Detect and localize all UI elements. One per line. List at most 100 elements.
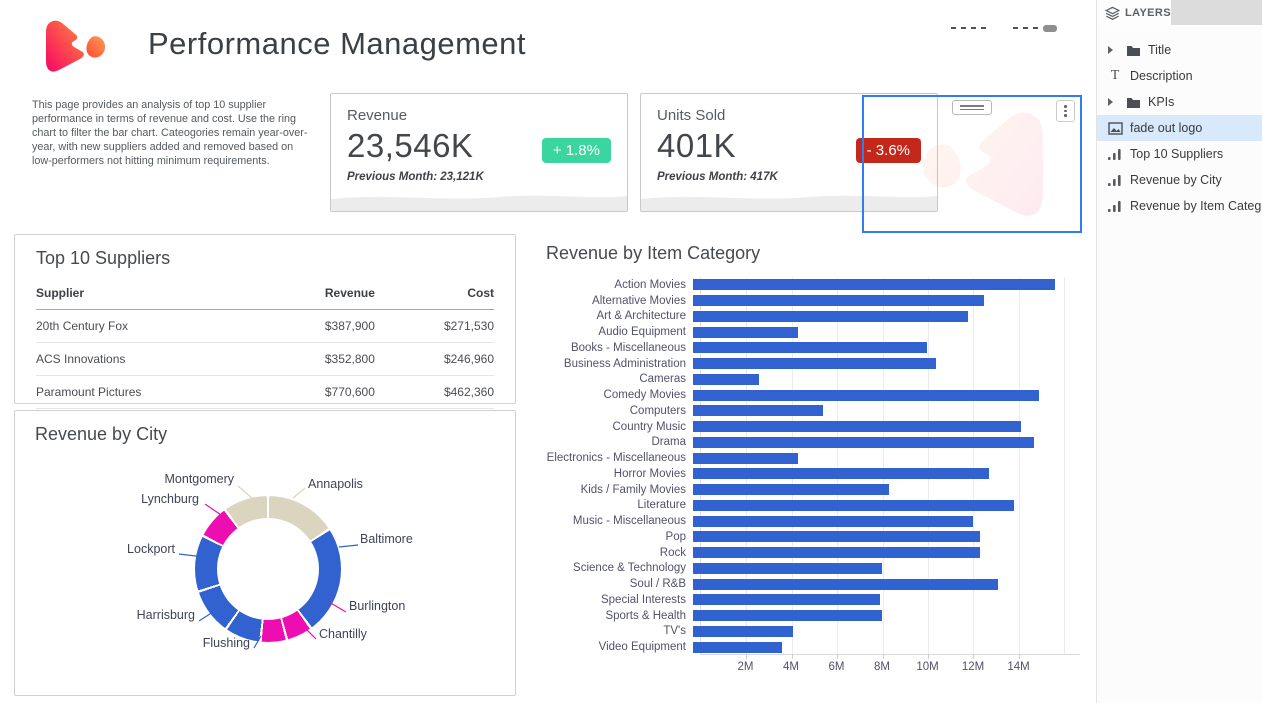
layer-item-revenue-by-city[interactable]: Revenue by City bbox=[1097, 167, 1262, 193]
bar-row: Books - Miscellaneous bbox=[546, 340, 1082, 356]
bar[interactable] bbox=[693, 374, 759, 385]
folder-icon-wrap bbox=[1125, 44, 1141, 57]
layer-list: TitleTDescription KPIs fade out logoTop 10… bbox=[1097, 37, 1262, 219]
bar[interactable] bbox=[693, 405, 823, 416]
layer-item-label: KPIs bbox=[1148, 95, 1174, 109]
expand-caret-icon[interactable] bbox=[1108, 98, 1113, 106]
bar[interactable] bbox=[693, 579, 998, 590]
bar-row: Soul / R&B bbox=[546, 576, 1082, 592]
table-cell: ACS Innovations bbox=[36, 343, 247, 376]
bar-category-label: Audio Equipment bbox=[546, 326, 693, 338]
bar-category-label: Comedy Movies bbox=[546, 389, 693, 401]
table-cell: $770,600 bbox=[247, 376, 375, 409]
table-cell: $271,530 bbox=[375, 310, 494, 343]
bar-track bbox=[693, 610, 1073, 621]
bar[interactable] bbox=[693, 610, 882, 621]
bar-category-label: Special Interests bbox=[546, 594, 693, 606]
widget-menu-button[interactable] bbox=[1056, 100, 1075, 122]
bar[interactable] bbox=[693, 547, 980, 558]
top-10-suppliers-widget[interactable]: Top 10 Suppliers SupplierRevenueCost 20t… bbox=[14, 234, 516, 404]
bar-category-label: Country Music bbox=[546, 421, 693, 433]
donut-ring[interactable] bbox=[195, 496, 341, 642]
bar[interactable] bbox=[693, 500, 1014, 511]
bar-track bbox=[693, 547, 1073, 558]
expand-caret-icon[interactable] bbox=[1108, 46, 1113, 54]
bar-track bbox=[693, 390, 1073, 401]
bar-track bbox=[693, 500, 1073, 511]
bar-row: Alternative Movies bbox=[546, 293, 1082, 309]
bar-category-label: Soul / R&B bbox=[546, 578, 693, 590]
bar[interactable] bbox=[693, 484, 889, 495]
bar-category-label: Books - Miscellaneous bbox=[546, 342, 693, 354]
bar[interactable] bbox=[693, 563, 882, 574]
column-header-supplier: Supplier bbox=[36, 278, 247, 310]
bar-track bbox=[693, 311, 1073, 322]
bar-category-label: Music - Miscellaneous bbox=[546, 515, 693, 527]
bar-category-label: Literature bbox=[546, 499, 693, 511]
bar[interactable] bbox=[693, 437, 1034, 448]
suppliers-table: SupplierRevenueCost 20th Century Fox$387… bbox=[36, 278, 494, 409]
bar-track bbox=[693, 327, 1073, 338]
item-category-chart-title: Revenue by Item Category bbox=[546, 243, 1082, 264]
bar[interactable] bbox=[693, 295, 984, 306]
bar[interactable] bbox=[693, 279, 1055, 290]
bar[interactable] bbox=[693, 626, 793, 637]
bar[interactable] bbox=[693, 642, 782, 653]
bar-row: Comedy Movies bbox=[546, 387, 1082, 403]
bar-category-label: Cameras bbox=[546, 373, 693, 385]
bar-track bbox=[693, 484, 1073, 495]
bar-row: Art & Architecture bbox=[546, 309, 1082, 325]
city-donut-chart: AnnapolisBaltimoreBurlingtonChantillyFlu… bbox=[15, 411, 517, 697]
x-tick-label: 14M bbox=[1007, 661, 1029, 673]
bar[interactable] bbox=[693, 342, 927, 353]
bar-row: Electronics - Miscellaneous bbox=[546, 450, 1082, 466]
bar[interactable] bbox=[693, 327, 798, 338]
layer-item-title[interactable]: Title bbox=[1097, 37, 1262, 63]
bar-row: Cameras bbox=[546, 372, 1082, 388]
bar-track bbox=[693, 579, 1073, 590]
layer-item-top-10-suppliers[interactable]: Top 10 Suppliers bbox=[1097, 141, 1262, 167]
bar-row: Business Administration bbox=[546, 356, 1082, 372]
folder-icon bbox=[1126, 96, 1141, 109]
bar-row: Pop bbox=[546, 529, 1082, 545]
bar[interactable] bbox=[693, 390, 1039, 401]
bar-track bbox=[693, 626, 1073, 637]
kpi-previous-month: Previous Month: 23,121K bbox=[347, 171, 611, 183]
layers-tab[interactable]: LAYERS bbox=[1097, 0, 1171, 25]
bar[interactable] bbox=[693, 531, 980, 542]
bar[interactable] bbox=[693, 311, 968, 322]
bar[interactable] bbox=[693, 358, 936, 369]
layer-item-revenue-by-item-catego[interactable]: Revenue by Item Catego bbox=[1097, 193, 1262, 219]
bar-category-label: Pop bbox=[546, 531, 693, 543]
donut-label-burlington: Burlington bbox=[349, 599, 405, 613]
bar-track bbox=[693, 374, 1073, 385]
layers-header-filler bbox=[1171, 0, 1262, 25]
revenue-by-item-category-widget[interactable]: Revenue by Item Category Action MoviesAl… bbox=[546, 243, 1082, 655]
bar-row: TV's bbox=[546, 624, 1082, 640]
bar-track bbox=[693, 437, 1073, 448]
bar-row: Science & Technology bbox=[546, 561, 1082, 577]
bar[interactable] bbox=[693, 453, 798, 464]
bar[interactable] bbox=[693, 421, 1021, 432]
bar[interactable] bbox=[693, 516, 973, 527]
bar-track bbox=[693, 468, 1073, 479]
guide-handle bbox=[1043, 25, 1057, 32]
selected-widget-fade-out-logo[interactable] bbox=[862, 95, 1082, 233]
x-tick-label: 12M bbox=[962, 661, 984, 673]
bar-track bbox=[693, 516, 1073, 527]
bar[interactable] bbox=[693, 594, 880, 605]
bar[interactable] bbox=[693, 468, 989, 479]
x-tick-label: 10M bbox=[916, 661, 938, 673]
dashboard-canvas[interactable]: Performance Management This page provide… bbox=[0, 0, 1096, 703]
layer-item-description[interactable]: TDescription bbox=[1097, 63, 1262, 89]
revenue-by-city-widget[interactable]: Revenue by City AnnapolisBaltimoreBurlin… bbox=[14, 410, 516, 696]
bar-category-label: Business Administration bbox=[546, 358, 693, 370]
table-cell: $246,960 bbox=[375, 343, 494, 376]
bar-track bbox=[693, 594, 1073, 605]
bar-category-label: Electronics - Miscellaneous bbox=[546, 452, 693, 464]
kpi-card-revenue[interactable]: Revenue23,546K+ 1.8%Previous Month: 23,1… bbox=[330, 93, 628, 212]
layer-item-fade-out-logo[interactable]: fade out logo bbox=[1097, 115, 1262, 141]
app-window: Performance Management This page provide… bbox=[0, 0, 1262, 703]
layer-item-kpis[interactable]: KPIs bbox=[1097, 89, 1262, 115]
drag-handle-icon[interactable] bbox=[952, 100, 992, 115]
